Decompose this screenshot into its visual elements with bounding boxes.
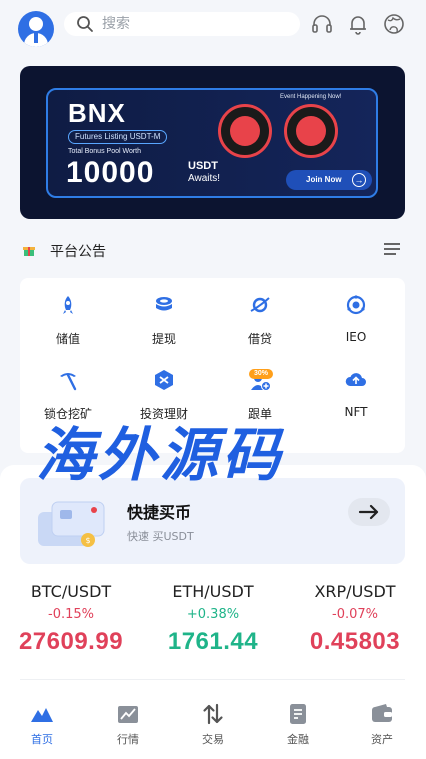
quick-buy-card[interactable]: $ 快捷买币 快速 买USDT	[20, 478, 405, 564]
quick-buy-button[interactable]	[348, 498, 390, 526]
promo-banner[interactable]: BNX Futures Listing USDT-M Total Bonus P…	[20, 66, 405, 219]
banner-unit: USDT	[188, 160, 218, 172]
grid-item-label: IEO	[345, 330, 367, 344]
join-now-button[interactable]: Join Now →	[286, 170, 372, 190]
bnx-coin-icon	[218, 104, 272, 158]
bell-icon[interactable]	[346, 12, 370, 36]
wallet-icon	[372, 704, 392, 722]
gift-icon	[23, 247, 35, 256]
tab-assets[interactable]: 资产	[340, 696, 424, 754]
ticker-price: 1761.44	[167, 628, 259, 655]
svg-text:$: $	[85, 536, 90, 545]
grid-item-withdraw[interactable]: 提现	[116, 278, 212, 348]
announcement-title: 平台公告	[50, 244, 106, 260]
list-menu-icon[interactable]	[384, 242, 400, 256]
planet-icon	[250, 297, 270, 313]
grid-item-label: 借贷	[247, 332, 272, 346]
ticker-pair: BTC/USDT	[30, 582, 112, 601]
grid-item-deposit[interactable]: 储值	[20, 278, 116, 348]
tab-home[interactable]: 首页	[0, 696, 84, 754]
ticker-eth[interactable]: ETH/USDT +0.38% 1761.44	[142, 580, 284, 658]
search-placeholder: 搜索	[102, 16, 130, 32]
join-now-label: Join Now	[306, 175, 342, 184]
target-icon	[346, 295, 366, 315]
chart-icon	[118, 706, 138, 723]
search-icon	[77, 16, 93, 32]
grid-item-loan[interactable]: 借贷	[212, 278, 308, 348]
tab-label: 交易	[202, 733, 224, 746]
grid-item-label: 储值	[55, 332, 80, 346]
grid-item-label: NFT	[344, 405, 368, 419]
ticker-pair: ETH/USDT	[172, 582, 254, 601]
swap-arrows-icon	[203, 703, 223, 725]
quick-buy-title: 快捷买币	[127, 503, 192, 522]
announcement-bar[interactable]: 平台公告	[22, 238, 404, 262]
tab-finance[interactable]: 金融	[256, 696, 340, 754]
ticker-price: 27609.99	[18, 628, 124, 655]
watermark: 海外源码	[36, 421, 285, 489]
grid-item-label: 提现	[151, 332, 176, 346]
tab-market[interactable]: 行情	[86, 696, 170, 754]
ticker-change: -0.07%	[332, 607, 378, 622]
search-input[interactable]: 搜索	[64, 12, 300, 36]
cloud-upload-icon	[345, 373, 366, 386]
follow-badge: 30%	[249, 369, 273, 379]
ticker-btc[interactable]: BTC/USDT -0.15% 27609.99	[0, 580, 142, 658]
tab-label: 首页	[31, 733, 53, 746]
grid-item-staking[interactable]: 锁仓挖矿	[20, 353, 116, 423]
grid-item-nft[interactable]: NFT	[308, 353, 404, 423]
banner-card: BNX Futures Listing USDT-M Total Bonus P…	[46, 88, 378, 198]
banner-awaits: Awaits!	[188, 173, 221, 184]
grid-item-ieo[interactable]: IEO	[308, 278, 404, 348]
coins-stack-icon	[156, 297, 172, 311]
pickaxe-icon	[60, 373, 77, 391]
bank-card-icon: $	[38, 501, 105, 547]
banner-brand: BNX	[68, 98, 126, 128]
user-avatar-icon[interactable]	[18, 11, 54, 47]
ticker-price: 0.45803	[309, 628, 401, 655]
rocket-icon	[63, 296, 73, 314]
top-bar: 搜索	[0, 0, 426, 50]
home-mountain-icon	[31, 708, 53, 722]
bnx-coin-icon	[284, 104, 338, 158]
grid-item-invest[interactable]: 投资理财	[116, 353, 212, 423]
arrow-right-icon: →	[352, 173, 366, 187]
bottom-tab-bar: 首页 行情 交易 金融 资产	[0, 696, 426, 756]
hexagon-icon	[155, 370, 173, 390]
banner-event: Event Happening Now!	[280, 94, 342, 100]
arrow-right-icon	[358, 504, 379, 520]
tab-label: 金融	[287, 733, 309, 746]
grid-item-copy-trade[interactable]: 跟单	[212, 353, 308, 423]
ticker-xrp[interactable]: XRP/USDT -0.07% 0.45803	[284, 580, 426, 658]
globe-icon[interactable]	[382, 12, 406, 36]
tab-trade[interactable]: 交易	[171, 696, 255, 754]
tab-label: 资产	[371, 733, 393, 746]
ticker-change: -0.15%	[48, 607, 94, 622]
banner-amount: 10000	[66, 156, 155, 189]
banner-listing: Futures Listing USDT-M	[68, 130, 168, 144]
headset-icon[interactable]	[310, 12, 334, 36]
divider	[20, 679, 405, 680]
ticker-change: +0.38%	[186, 607, 240, 622]
ticker-pair: XRP/USDT	[314, 582, 396, 601]
document-icon	[290, 704, 306, 724]
quick-buy-subtitle: 快速 买USDT	[127, 530, 194, 543]
banner-pool-label: Total Bonus Pool Worth	[68, 148, 142, 155]
tab-label: 行情	[117, 733, 139, 746]
